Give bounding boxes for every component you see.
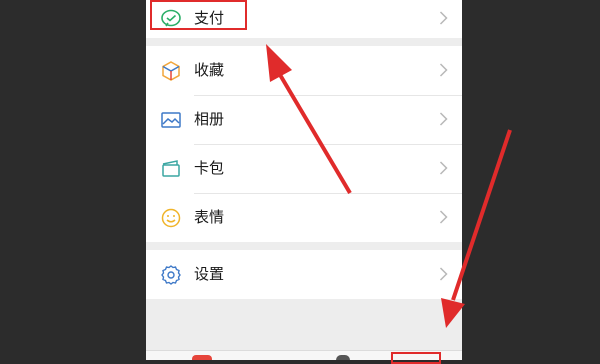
tab-me-highlight xyxy=(391,352,441,364)
chevron-right-icon xyxy=(439,161,448,175)
gear-icon xyxy=(161,265,181,285)
chevron-right-icon xyxy=(439,11,448,25)
right-dark-margin xyxy=(462,0,600,360)
discover-tab-icon[interactable] xyxy=(336,355,350,360)
menu-item-emoji-label: 表情 xyxy=(194,208,225,226)
features-group: 收藏 相册 卡包 表情 xyxy=(146,46,462,242)
favorites-cube-icon xyxy=(162,61,180,81)
chevron-right-icon xyxy=(439,267,448,281)
wechat-me-screen: 支付 收藏 相册 卡包 表情 设置 xyxy=(146,0,462,360)
menu-item-cards-label: 卡包 xyxy=(194,159,225,177)
menu-item-settings-label: 设置 xyxy=(194,265,225,283)
left-dark-margin xyxy=(0,0,146,360)
menu-item-favorites[interactable]: 收藏 xyxy=(146,46,462,95)
emoji-face-icon xyxy=(161,208,181,228)
card-wallet-icon xyxy=(162,160,180,177)
menu-item-emoji[interactable]: 表情 xyxy=(146,193,462,242)
chevron-right-icon xyxy=(439,210,448,224)
photo-album-icon xyxy=(161,112,181,128)
chevron-right-icon xyxy=(439,63,448,77)
chevron-right-icon xyxy=(439,112,448,126)
menu-item-album[interactable]: 相册 xyxy=(146,95,462,144)
chats-tab-icon[interactable] xyxy=(192,355,212,360)
menu-item-album-label: 相册 xyxy=(194,110,225,128)
settings-group: 设置 xyxy=(146,250,462,299)
menu-item-favorites-label: 收藏 xyxy=(194,61,225,79)
menu-item-cards[interactable]: 卡包 xyxy=(146,144,462,193)
menu-item-settings[interactable]: 设置 xyxy=(146,250,462,299)
pay-row-highlight xyxy=(150,0,247,30)
